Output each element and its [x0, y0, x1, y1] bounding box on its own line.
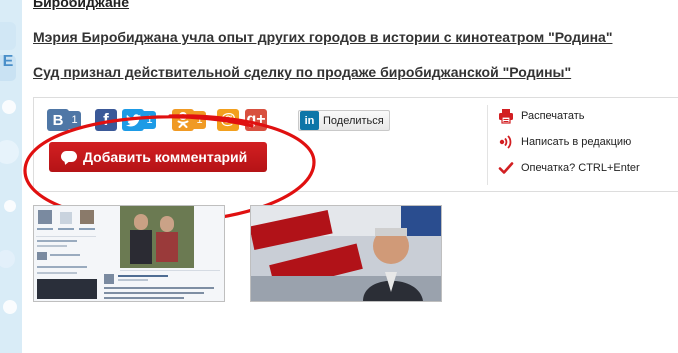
print-action[interactable]: Распечатать	[498, 107, 584, 125]
linkedin-share-button[interactable]: in Поделиться	[298, 110, 390, 131]
odnoklassniki-share-button[interactable]: 1	[172, 109, 206, 131]
broadcast-icon	[499, 135, 512, 149]
speech-bubble-icon	[61, 150, 77, 164]
odnoklassniki-share-count: 1	[193, 111, 206, 129]
vk-share-button[interactable]: B 1	[47, 109, 81, 131]
printer-icon	[499, 109, 513, 124]
twitter-icon	[122, 109, 144, 131]
side-e-icon: E	[2, 53, 14, 70]
report-typo-label: Опечатка? CTRL+Enter	[521, 162, 640, 174]
related-article-link-2[interactable]: Суд признал действительной сделку по про…	[33, 64, 571, 80]
thumbnail-news-photo[interactable]	[250, 205, 442, 302]
report-typo-action[interactable]: Опечатка? CTRL+Enter	[498, 159, 640, 177]
related-article-link-1[interactable]: Мэрия Биробиджана учла опыт других город…	[33, 29, 612, 45]
checkmark-icon	[498, 162, 514, 174]
social-page-screenshot-image	[34, 206, 224, 301]
twitter-share-button[interactable]: 1	[122, 109, 156, 131]
facebook-share-button[interactable]: f	[95, 109, 117, 131]
vk-icon: B	[47, 109, 69, 131]
left-decorative-strip: E	[0, 0, 22, 353]
write-to-editor-label: Написать в редакцию	[521, 136, 632, 148]
linkedin-share-label: Поделиться	[323, 114, 384, 127]
twitter-share-count: 1	[143, 111, 156, 129]
mailru-icon: @	[217, 109, 239, 131]
print-label: Распечатать	[521, 110, 585, 122]
facebook-icon: f	[95, 109, 117, 131]
googleplus-share-button[interactable]: g+	[245, 109, 267, 131]
linkedin-icon: in	[300, 111, 319, 130]
previous-link-tail[interactable]: Биробиджане	[33, 0, 129, 10]
write-to-editor-action[interactable]: Написать в редакцию	[498, 133, 631, 151]
add-comment-button[interactable]: Добавить комментарий	[49, 142, 267, 172]
vk-share-count: 1	[68, 111, 81, 129]
thumbnail-social-page[interactable]	[33, 205, 225, 302]
news-photo-image	[251, 206, 441, 301]
odnoklassniki-icon	[172, 109, 194, 131]
add-comment-label: Добавить комментарий	[83, 149, 248, 165]
mailru-share-button[interactable]: @	[217, 109, 239, 131]
share-panel-divider	[487, 105, 488, 185]
googleplus-icon: g+	[245, 109, 267, 131]
